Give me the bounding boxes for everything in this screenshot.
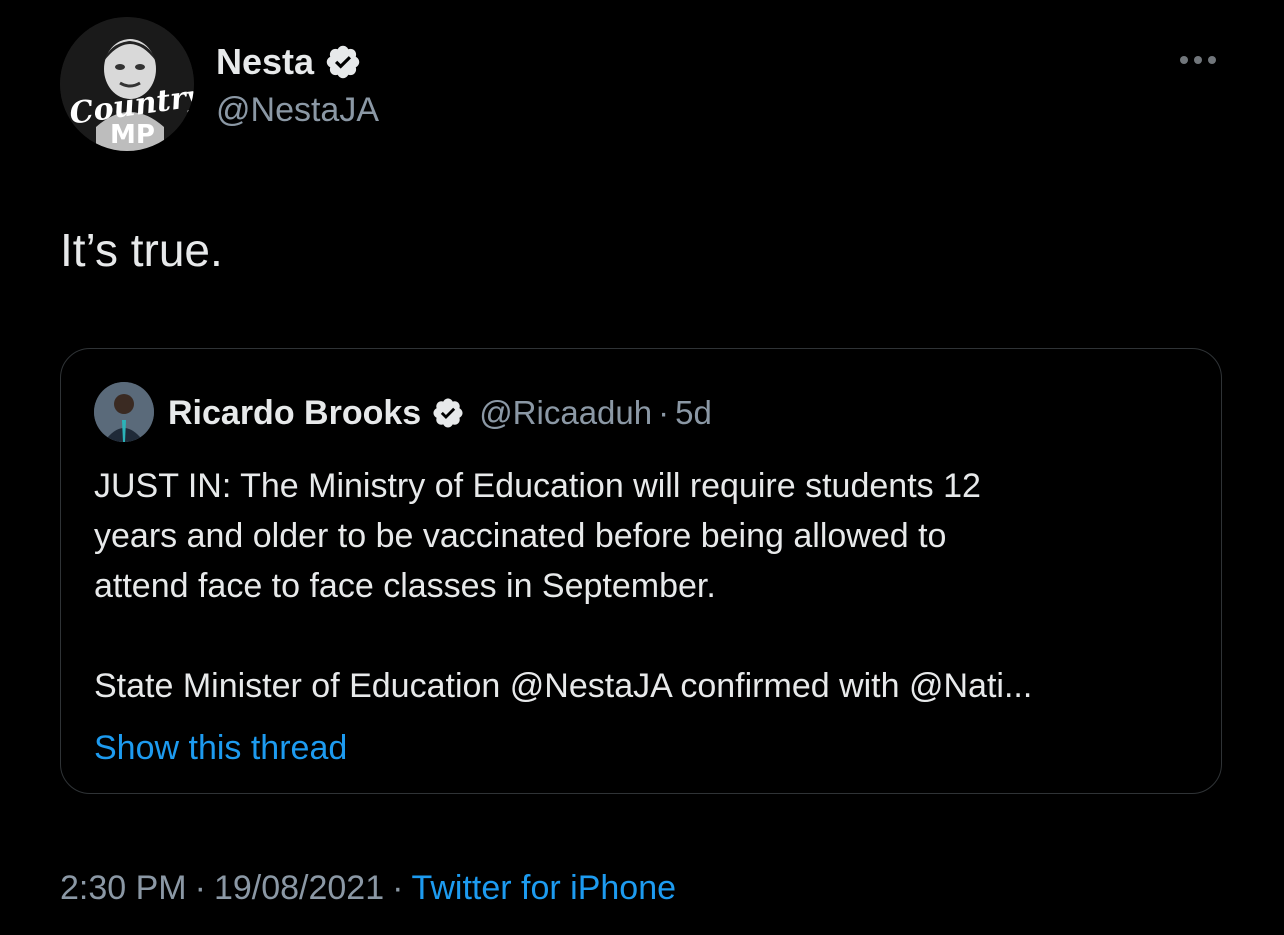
quoted-author-handle[interactable]: @Ricaaduh — [479, 389, 652, 437]
author-handle[interactable]: @NestaJA — [216, 86, 379, 134]
show-thread-link[interactable]: Show this thread — [94, 723, 347, 773]
quoted-separator: · — [658, 394, 670, 431]
author-avatar[interactable]: Country MP — [60, 17, 194, 151]
quoted-text-line: years and older to be vaccinated before … — [94, 517, 947, 555]
profile-photo-icon — [94, 382, 154, 442]
verified-badge-icon — [433, 398, 463, 428]
tweet-date[interactable]: 19/08/2021 — [214, 869, 384, 907]
quoted-tweet-text: JUST IN: The Ministry of Education will … — [94, 461, 1194, 711]
quoted-text-line: State Minister of Education @NestaJA con… — [94, 667, 1033, 705]
more-horizontal-icon-dot — [1180, 56, 1188, 64]
quoted-timestamp[interactable]: 5d — [675, 389, 712, 437]
quoted-author-avatar[interactable] — [94, 382, 154, 442]
author-name[interactable]: Nesta — [216, 38, 362, 86]
quoted-text-line: JUST IN: The Ministry of Education will … — [94, 467, 981, 505]
svg-text:MP: MP — [110, 120, 155, 150]
tweet-text: It’s true. — [60, 224, 223, 276]
tweet: Country MP Nesta @NestaJA It’s true. Ric… — [0, 0, 1284, 935]
quoted-tweet[interactable]: Ricardo Brooks @Ricaaduh · 5d JUST IN: T… — [60, 348, 1222, 794]
more-options-button[interactable] — [1168, 42, 1228, 78]
more-horizontal-icon-dot — [1194, 56, 1202, 64]
profile-photo-icon: Country MP — [60, 17, 194, 151]
verified-badge-icon — [326, 45, 360, 79]
author-name-text: Nesta — [216, 41, 315, 82]
quoted-text-line: attend face to face classes in September… — [94, 567, 716, 605]
tweet-time[interactable]: 2:30 PM — [60, 869, 187, 907]
meta-separator: · — [194, 869, 206, 907]
quoted-author-name[interactable]: Ricardo Brooks — [168, 389, 421, 437]
tweet-metadata: 2:30 PM · 19/08/2021 · Twitter for iPhone — [60, 864, 676, 912]
meta-separator: · — [392, 869, 404, 907]
more-horizontal-icon-dot — [1208, 56, 1216, 64]
tweet-source-link[interactable]: Twitter for iPhone — [411, 869, 676, 907]
quoted-tweet-header: Ricardo Brooks @Ricaaduh · 5d — [168, 389, 712, 437]
